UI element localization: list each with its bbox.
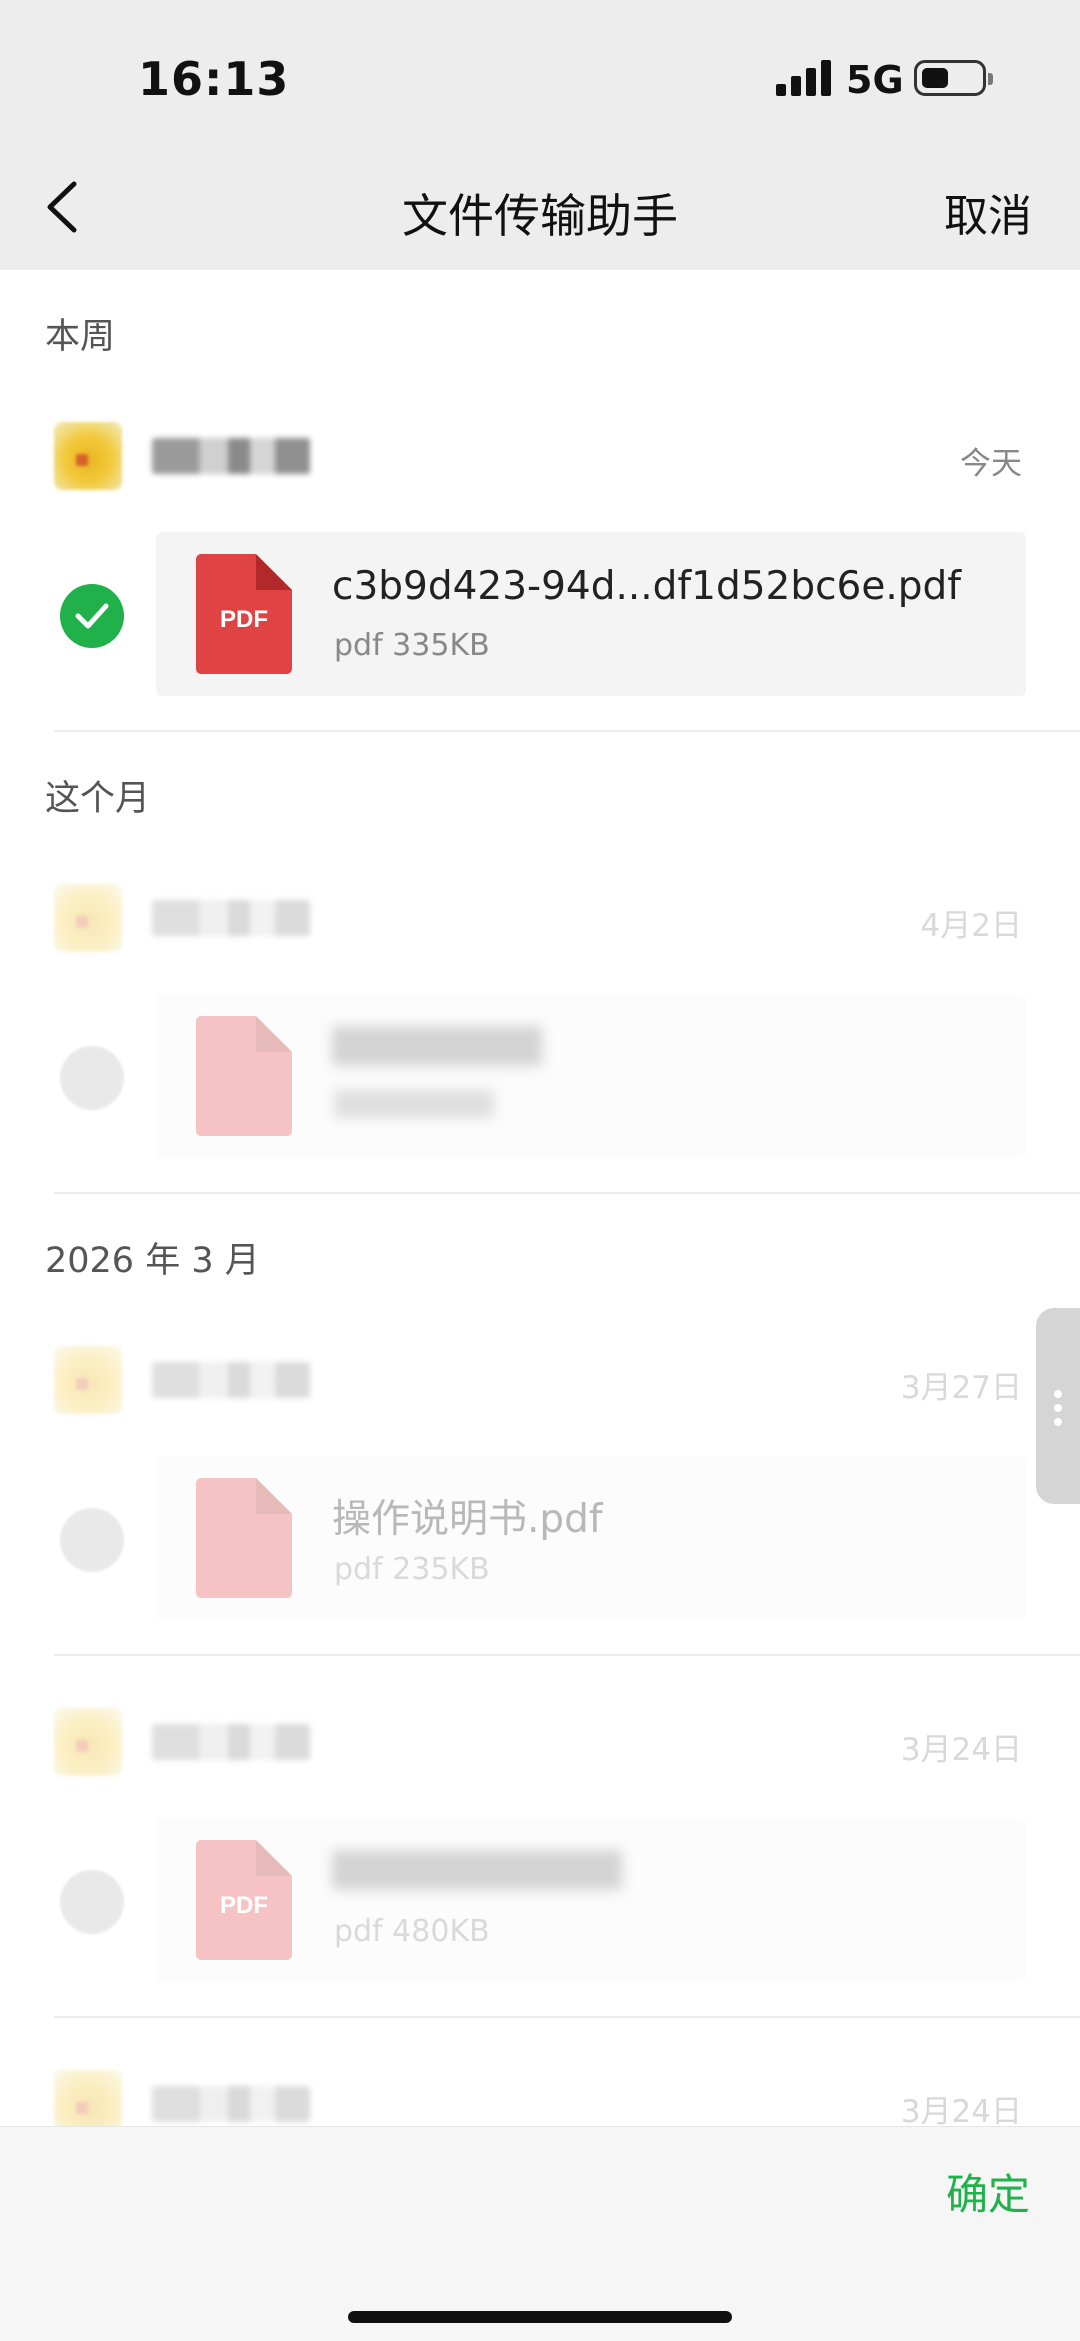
- file-card[interactable]: 操作说明书.pdf pdf 235KB: [156, 1456, 1026, 1620]
- cancel-button[interactable]: 取消: [944, 180, 1032, 244]
- top-bar: 16:13 5G 文件传输助手 取消: [0, 0, 1080, 270]
- select-checkbox[interactable]: [60, 1870, 124, 1934]
- sender-name-redacted: [152, 1362, 310, 1398]
- section-header-this-month: 这个月: [45, 779, 151, 819]
- home-indicator[interactable]: [348, 2311, 732, 2323]
- select-checkbox[interactable]: [60, 1508, 124, 1572]
- file-meta: pdf 480KB: [334, 1914, 490, 1949]
- sender-name-redacted: [152, 900, 310, 936]
- sender-name-redacted: [152, 438, 310, 474]
- file-name: c3b9d423-94d...df1d52bc6e.pdf: [332, 564, 961, 609]
- message-date: 4月2日: [920, 908, 1022, 944]
- sender-name-redacted: [152, 2086, 310, 2122]
- pdf-file-icon: PDF: [196, 554, 292, 674]
- scroll-handle[interactable]: [1036, 1308, 1080, 1504]
- pdf-icon-label: PDF: [220, 606, 268, 633]
- pdf-file-icon: [196, 1478, 292, 1598]
- signal-icon: [776, 60, 832, 96]
- file-meta: pdf 335KB: [334, 628, 490, 663]
- avatar: [54, 1346, 122, 1414]
- page-title: 文件传输助手: [402, 189, 678, 243]
- avatar: [54, 884, 122, 952]
- status-time: 16:13: [138, 52, 290, 106]
- pdf-icon-label: PDF: [220, 1892, 268, 1919]
- network-type: 5G: [846, 58, 904, 102]
- file-name-redacted: [332, 1850, 622, 1890]
- pdf-file-icon: PDF: [196, 1840, 292, 1960]
- checkmark-icon: [75, 603, 109, 629]
- section-header-march-2026: 2026 年 3 月: [45, 1241, 260, 1281]
- divider: [54, 730, 1080, 732]
- file-name: 操作说明书.pdf: [332, 1497, 603, 1542]
- select-checkbox[interactable]: [60, 584, 124, 648]
- message-date: 今天: [960, 446, 1022, 482]
- file-card[interactable]: PDF pdf 480KB: [156, 1818, 1026, 1982]
- file-card[interactable]: PDF c3b9d423-94d...df1d52bc6e.pdf pdf 33…: [156, 532, 1026, 696]
- divider: [54, 2016, 1080, 2018]
- avatar: [54, 2070, 122, 2126]
- bottom-bar: 确定: [0, 2126, 1080, 2341]
- divider: [54, 1192, 1080, 1194]
- divider: [54, 1654, 1080, 1656]
- message-date: 3月24日: [900, 2094, 1022, 2126]
- select-checkbox[interactable]: [60, 1046, 124, 1110]
- section-header-this-week: 本周: [45, 317, 116, 357]
- avatar: [54, 422, 122, 490]
- battery-icon: [914, 60, 993, 96]
- file-list[interactable]: 本周 今天 PDF c3b9d423-94d...df1d52bc6e.pdf …: [0, 270, 1080, 2126]
- message-date: 3月27日: [900, 1370, 1022, 1406]
- file-card[interactable]: [156, 994, 1026, 1158]
- confirm-button[interactable]: 确定: [946, 2161, 1030, 2222]
- message-date: 3月24日: [900, 1732, 1022, 1768]
- avatar: [54, 1708, 122, 1776]
- file-meta-redacted: [334, 1090, 494, 1118]
- file-meta: pdf 235KB: [334, 1552, 490, 1587]
- pdf-file-icon: [196, 1016, 292, 1136]
- sender-name-redacted: [152, 1724, 310, 1760]
- file-name-redacted: [332, 1026, 542, 1066]
